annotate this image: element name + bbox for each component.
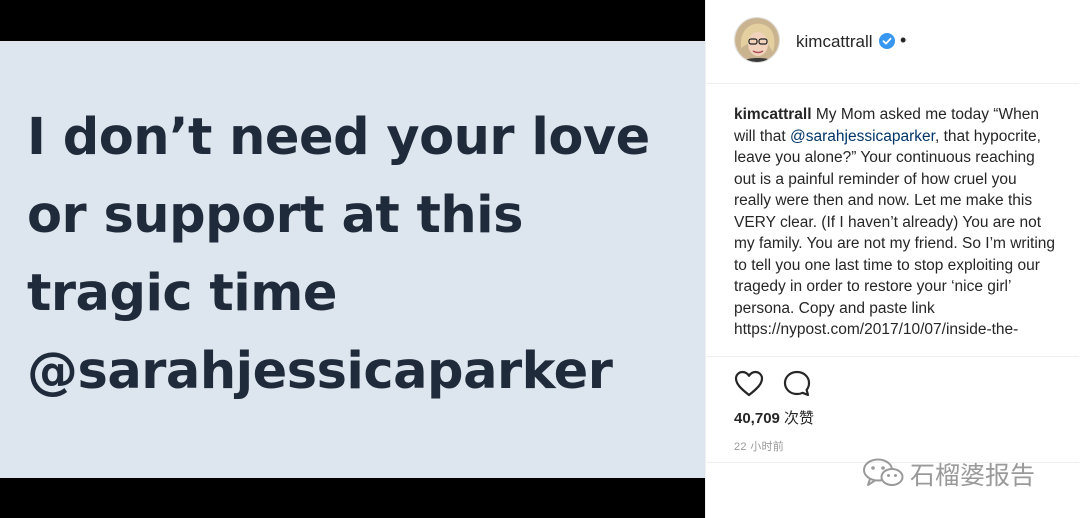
caption-username[interactable]: kimcattrall (734, 106, 812, 123)
heart-icon (734, 370, 764, 397)
quote-text: I don’t need your love or support at thi… (27, 108, 650, 401)
header-dot-separator: • (900, 30, 907, 50)
post-caption: kimcattrall My Mom asked me today “When … (734, 104, 1056, 350)
divider (706, 356, 1079, 357)
wechat-icon (863, 458, 904, 486)
post-side-panel: kimcattrall • kimcattrall My Mom asked m… (705, 0, 1080, 518)
post-timestamp[interactable]: 22 小时前 (734, 438, 784, 454)
comment-bubble-icon (783, 370, 811, 397)
post-media: I don’t need your love or support at thi… (0, 0, 705, 518)
post-header: kimcattrall • (706, 0, 1079, 84)
username[interactable]: kimcattrall (796, 32, 873, 52)
verified-badge-icon (879, 33, 895, 49)
media-quote-card: I don’t need your love or support at thi… (0, 41, 705, 478)
likes-suffix: 次赞 (779, 410, 815, 427)
like-button[interactable] (734, 369, 764, 399)
likes-count[interactable]: 40,709 次赞 (734, 407, 814, 428)
caption-text-part-2: , that hypocrite, leave you alone?” Your… (734, 127, 1056, 339)
caption-mention-link[interactable]: @sarahjessicaparker (790, 128, 935, 145)
likes-number: 40,709 (734, 410, 780, 427)
avatar[interactable] (734, 17, 780, 63)
comment-button[interactable] (782, 369, 812, 399)
watermark-text: 石榴婆报告 (910, 461, 1036, 490)
